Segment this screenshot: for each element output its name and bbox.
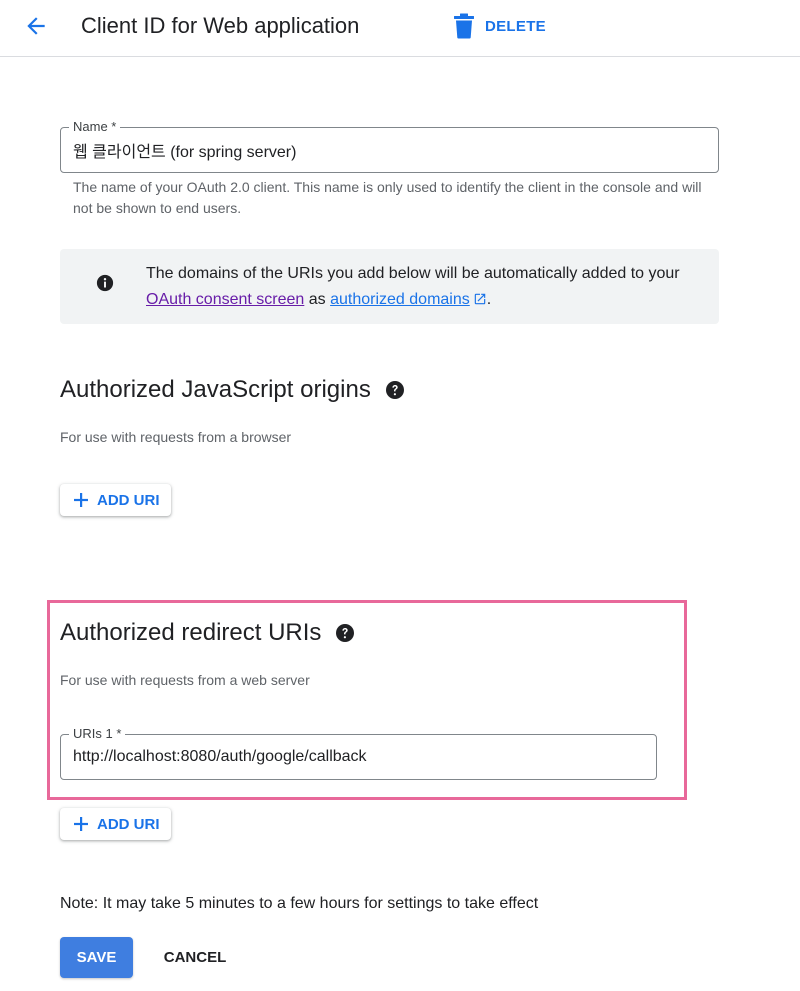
external-link-icon: [474, 293, 485, 305]
plus-icon: [74, 493, 88, 507]
help-icon[interactable]: [335, 623, 355, 643]
js-origins-title: Authorized JavaScript origins: [60, 375, 405, 405]
add-redirect-uri-button[interactable]: ADD URI: [60, 808, 171, 840]
add-js-origin-label: ADD URI: [97, 491, 160, 509]
delete-button-label: DELETE: [485, 17, 546, 35]
name-field: Name *: [60, 119, 719, 173]
redirect-uris-title: Authorized redirect URIs: [60, 618, 355, 648]
add-redirect-uri-label: ADD URI: [97, 815, 160, 833]
info-text-before: The domains of the URIs you add below wi…: [146, 265, 680, 282]
authorized-domains-link-label: authorized domains: [330, 291, 470, 308]
arrow-back-icon: [27, 17, 45, 35]
js-origins-title-text: Authorized JavaScript origins: [60, 376, 371, 403]
info-banner: The domains of the URIs you add below wi…: [60, 249, 719, 324]
add-js-origin-button[interactable]: ADD URI: [60, 484, 171, 516]
info-text-mid: as: [304, 291, 331, 308]
oauth-consent-screen-link[interactable]: OAuth consent screen: [146, 291, 304, 308]
page-title: Client ID for Web application: [81, 13, 360, 38]
plus-icon: [74, 817, 88, 831]
help-icon[interactable]: [385, 380, 405, 400]
page-header: Client ID for Web application DELETE: [0, 0, 800, 57]
redirect-uris-title-text: Authorized redirect URIs: [60, 619, 322, 646]
delete-button[interactable]: DELETE: [453, 11, 546, 41]
name-field-hint: The name of your OAuth 2.0 client. This …: [73, 179, 702, 216]
redirect-uris-subtitle: For use with requests from a web server: [60, 672, 310, 688]
info-icon: [96, 274, 114, 292]
js-origins-subtitle: For use with requests from a browser: [60, 429, 292, 445]
name-input[interactable]: [61, 128, 718, 172]
back-button[interactable]: [20, 11, 52, 41]
trash-icon: [454, 13, 474, 39]
info-text-after: .: [486, 291, 492, 308]
save-button[interactable]: SAVE: [60, 937, 133, 978]
cancel-button[interactable]: CANCEL: [151, 937, 239, 978]
redirect-uri-input[interactable]: [61, 735, 656, 779]
redirect-uri-field: URIs 1 *: [60, 726, 657, 780]
info-text: The domains of the URIs you add below wi…: [146, 261, 706, 313]
settings-note: Note: It may take 5 minutes to a few hou…: [60, 895, 539, 912]
authorized-domains-link[interactable]: authorized domains: [330, 291, 487, 308]
